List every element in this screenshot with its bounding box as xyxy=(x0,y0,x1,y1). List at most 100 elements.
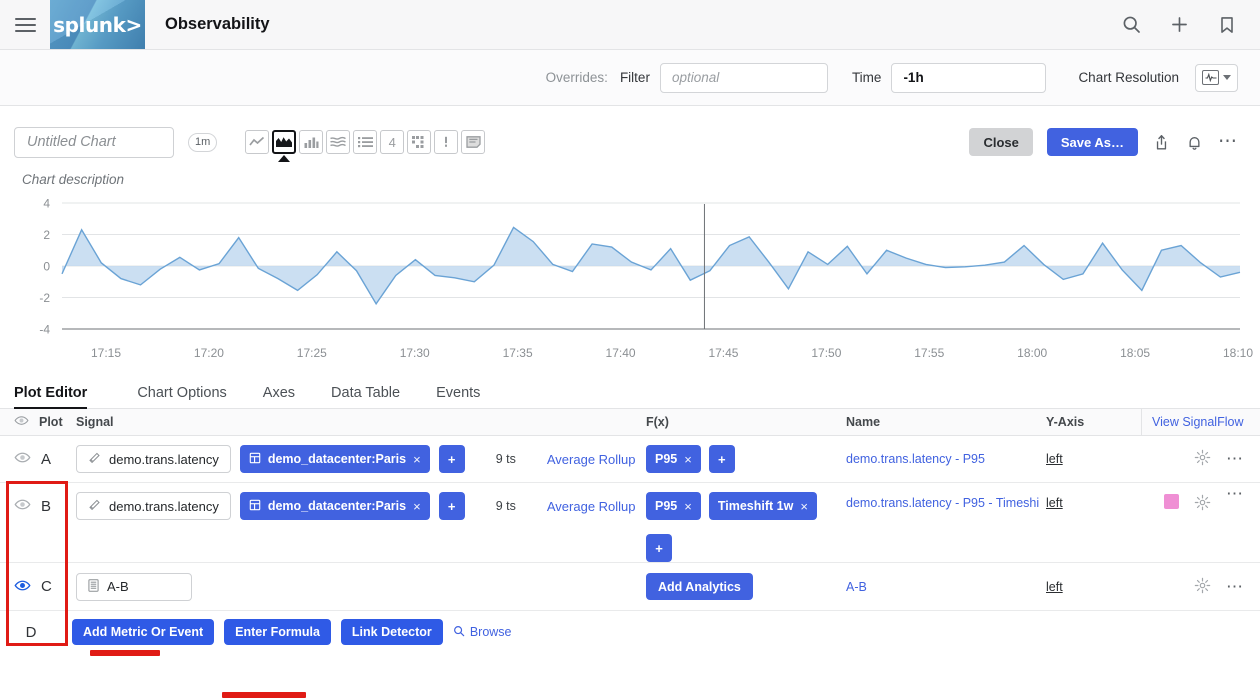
svg-text:17:40: 17:40 xyxy=(606,346,636,360)
function-chip-a-p95[interactable]: P95 × xyxy=(646,445,701,473)
yaxis-cell-a: left xyxy=(1046,436,1141,482)
single-value-icon[interactable]: 4 xyxy=(380,130,405,154)
filter-chip-remove-b[interactable]: × xyxy=(413,499,421,514)
yaxis-cell-b: left xyxy=(1046,483,1141,510)
row-actions-a: ⋯ xyxy=(1194,436,1260,482)
histogram-icon[interactable] xyxy=(326,130,351,154)
event-feed-icon[interactable] xyxy=(434,130,459,154)
chart-resolution-label: Chart Resolution xyxy=(1078,70,1179,85)
signal-input-a[interactable]: demo.trans.latency xyxy=(76,445,231,473)
chart-name-placeholder: Untitled Chart xyxy=(27,134,116,150)
filter-chip-label-b: demo_datacenter:Paris xyxy=(267,499,407,513)
visibility-toggle-icon-a[interactable] xyxy=(14,449,31,469)
chart-resolution-select[interactable] xyxy=(1195,63,1238,92)
list-icon[interactable] xyxy=(353,130,378,154)
settings-gear-icon-b[interactable] xyxy=(1194,494,1211,514)
add-filter-button-b[interactable]: + xyxy=(438,492,465,520)
function-chip-label-b-timeshift: Timeshift 1w xyxy=(717,499,794,513)
filter-chip-b[interactable]: demo_datacenter:Paris × xyxy=(239,492,430,520)
bookmark-icon[interactable] xyxy=(1216,14,1238,36)
rollup-link-b[interactable]: Average Rollup xyxy=(547,499,636,514)
function-chip-b-p95[interactable]: P95 × xyxy=(646,492,701,520)
signal-input-b[interactable]: demo.trans.latency xyxy=(76,492,231,520)
function-chip-remove-a-p95[interactable]: × xyxy=(684,452,692,467)
series-color-swatch-b[interactable] xyxy=(1164,494,1179,509)
time-input[interactable]: -1h xyxy=(891,62,1047,93)
fx-cell-a: P95 × + xyxy=(646,436,846,482)
chart-resolution-icon xyxy=(1202,70,1219,85)
view-signalflow-link[interactable]: View SignalFlow xyxy=(1141,408,1260,436)
filter-input[interactable]: optional xyxy=(659,62,828,93)
visibility-toggle-icon-b[interactable] xyxy=(14,496,31,516)
chart-name-input[interactable]: Untitled Chart xyxy=(14,126,174,158)
filter-chip-remove-a[interactable]: × xyxy=(413,452,421,467)
column-header-name: Name xyxy=(846,415,881,429)
add-filter-button-a[interactable]: + xyxy=(438,445,465,473)
line-chart-icon[interactable] xyxy=(245,130,270,154)
plus-icon[interactable] xyxy=(1168,14,1190,36)
formula-input-c[interactable]: A-B xyxy=(76,572,192,601)
topbar-actions xyxy=(1120,0,1260,49)
tab-axes[interactable]: Axes xyxy=(245,385,313,409)
bell-icon[interactable] xyxy=(1185,133,1204,152)
visibility-toggle-all-icon[interactable] xyxy=(14,413,29,431)
overrides-bar: Overrides: Filter optional Time -1h Char… xyxy=(0,50,1260,106)
save-as-button[interactable]: Save As… xyxy=(1046,128,1138,156)
area-chart-icon[interactable] xyxy=(272,130,297,154)
plot-cell-b: B xyxy=(0,483,76,529)
text-note-icon[interactable] xyxy=(461,130,486,154)
svg-text:18:05: 18:05 xyxy=(1120,346,1150,360)
function-chip-b-timeshift[interactable]: Timeshift 1w × xyxy=(708,492,817,520)
add-metric-or-event-button[interactable]: Add Metric Or Event xyxy=(72,619,215,645)
link-detector-button[interactable]: Link Detector xyxy=(340,619,443,645)
tab-chart-options[interactable]: Chart Options xyxy=(119,385,244,409)
yaxis-link-a[interactable]: left xyxy=(1046,452,1063,466)
close-button[interactable]: Close xyxy=(969,128,1033,156)
yaxis-link-b[interactable]: left xyxy=(1046,496,1063,510)
time-value: -1h xyxy=(903,70,924,85)
plot-name-b[interactable]: demo.trans.latency - P95 - Timeshi xyxy=(846,496,1039,510)
share-icon[interactable] xyxy=(1152,133,1171,152)
svg-text:-2: -2 xyxy=(39,291,50,305)
tab-plot-editor[interactable]: Plot Editor xyxy=(14,385,105,409)
column-header-plot: Plot xyxy=(0,413,76,431)
name-cell-b: demo.trans.latency - P95 - Timeshi xyxy=(846,483,1046,510)
settings-gear-icon-c[interactable] xyxy=(1194,577,1211,597)
search-icon[interactable] xyxy=(1120,14,1142,36)
add-analytics-button-c[interactable]: Add Analytics xyxy=(646,573,753,600)
filter-chip-a[interactable]: demo_datacenter:Paris × xyxy=(239,445,430,473)
browse-button[interactable]: Browse xyxy=(453,625,512,640)
annotation-underline-2 xyxy=(222,692,306,698)
signal-cell-c: A-B xyxy=(76,563,646,610)
plot-name-a[interactable]: demo.trans.latency - P95 xyxy=(846,452,985,466)
add-function-button-a[interactable]: + xyxy=(708,445,735,473)
add-function-button-b[interactable]: + xyxy=(646,534,672,562)
tab-events[interactable]: Events xyxy=(418,385,498,409)
table-row: B demo.trans.latency demo_datacenter:Par… xyxy=(0,483,1260,563)
metric-icon xyxy=(88,498,101,514)
function-chip-remove-b-timeshift[interactable]: × xyxy=(800,499,808,514)
editor-tabs: Plot Editor Chart Options Axes Data Tabl… xyxy=(0,375,1260,409)
visualization-type-group: 4 xyxy=(245,130,486,154)
settings-gear-icon-a[interactable] xyxy=(1194,449,1211,469)
chart-resolution-pill[interactable]: 1m xyxy=(188,132,218,152)
tab-data-table[interactable]: Data Table xyxy=(313,385,418,409)
search-icon xyxy=(453,625,465,640)
column-chart-icon[interactable] xyxy=(299,130,324,154)
plot-name-c[interactable]: A-B xyxy=(846,580,867,594)
splunk-logo[interactable]: splunk> xyxy=(50,0,145,49)
visibility-toggle-icon-c[interactable] xyxy=(14,577,31,597)
signal-value-b: demo.trans.latency xyxy=(109,498,219,514)
chart-description-input[interactable]: Chart description xyxy=(0,172,1260,187)
yaxis-link-c[interactable]: left xyxy=(1046,580,1063,594)
svg-text:-4: -4 xyxy=(39,323,50,337)
heatmap-icon[interactable] xyxy=(407,130,432,154)
metric-icon xyxy=(88,451,101,467)
function-chip-remove-b-p95[interactable]: × xyxy=(684,499,692,514)
rollup-link-a[interactable]: Average Rollup xyxy=(547,452,636,467)
hamburger-menu-icon[interactable] xyxy=(0,0,50,49)
filter-placeholder: optional xyxy=(671,70,720,85)
enter-formula-button[interactable]: Enter Formula xyxy=(224,619,331,645)
formula-value-c: A-B xyxy=(107,579,129,594)
area-chart[interactable]: 4 2 0 -2 -4 17:15 17:20 17:25 17:30 17:35 17:40 17:… xyxy=(0,195,1260,375)
